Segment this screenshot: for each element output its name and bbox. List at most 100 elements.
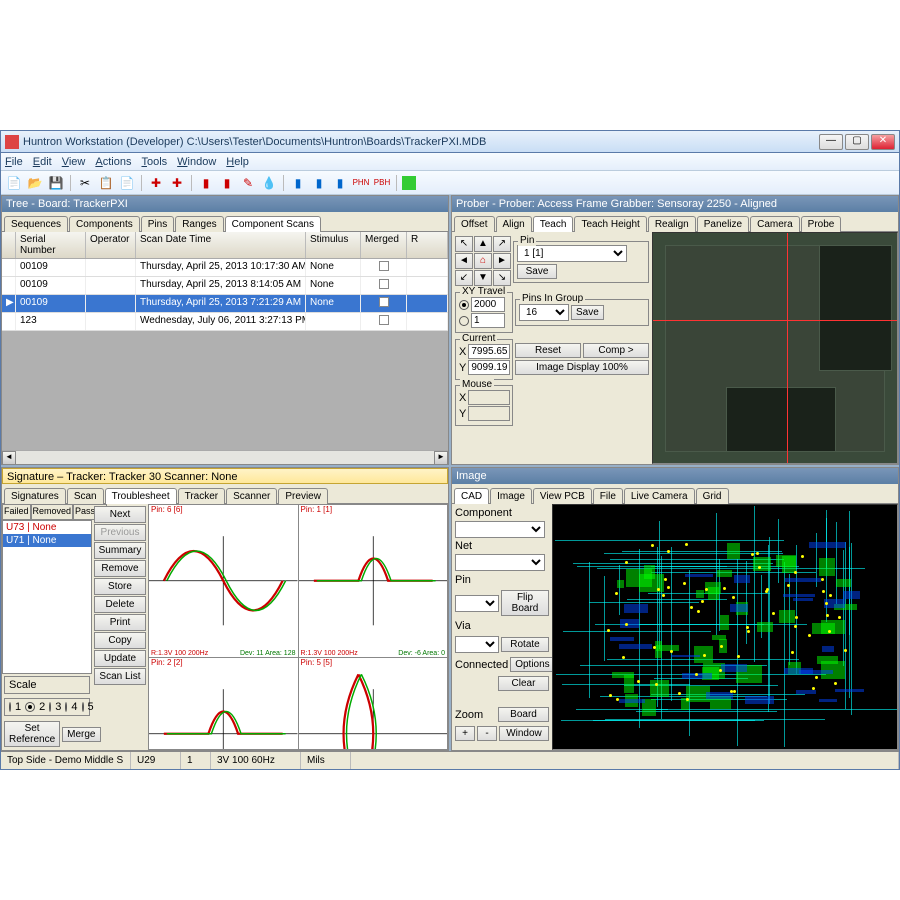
menu-tools[interactable]: Tools (141, 156, 167, 168)
scroll-right[interactable]: ► (434, 451, 448, 465)
col-r[interactable]: R (407, 232, 448, 258)
tab-teach-height[interactable]: Teach Height (574, 216, 646, 232)
maximize-button[interactable]: ▢ (845, 134, 869, 150)
tb-plus2[interactable]: ✚ (168, 174, 186, 192)
tb-cut[interactable]: ✂ (76, 174, 94, 192)
clear-button[interactable]: Clear (498, 676, 549, 691)
via-select[interactable] (455, 636, 499, 653)
tb-r1[interactable]: ▮ (197, 174, 215, 192)
tb-plus[interactable]: ✚ (147, 174, 165, 192)
xy-radio-b[interactable] (459, 316, 469, 326)
tb-new[interactable]: 📄 (5, 174, 23, 192)
tab-offset[interactable]: Offset (454, 216, 495, 232)
current-y[interactable] (468, 360, 510, 375)
close-button[interactable]: ✕ (871, 134, 895, 150)
component-select[interactable] (455, 521, 545, 538)
tb-b1[interactable]: ▮ (289, 174, 307, 192)
flip-board-button[interactable]: Flip Board (501, 590, 549, 616)
h-scrollbar[interactable]: ◄ ► (2, 450, 448, 464)
previous-button[interactable]: Previous (94, 524, 146, 541)
arrow-w[interactable]: ◄ (455, 253, 473, 269)
tb-drop[interactable]: 💧 (260, 174, 278, 192)
menu-edit[interactable]: Edit (33, 156, 52, 168)
tab-image[interactable]: Image (490, 488, 532, 504)
next-button[interactable]: Next (94, 506, 146, 523)
tb-save[interactable]: 💾 (47, 174, 65, 192)
tab-removed[interactable]: Removed (31, 504, 74, 520)
list-item[interactable]: U71 | None (3, 534, 91, 547)
list-item[interactable]: U73 | None (3, 521, 91, 534)
store-button[interactable]: Store (94, 578, 146, 595)
table-row[interactable]: 123Wednesday, July 06, 2011 3:27:13 PM (2, 313, 448, 331)
tab-preview[interactable]: Preview (278, 488, 328, 504)
signature-cell[interactable]: Pin: 6 [6]R:1.3V 100 200HzDev: 11 Area: … (149, 505, 298, 657)
tab-cad[interactable]: CAD (454, 488, 489, 504)
grid-body[interactable]: 00109Thursday, April 25, 2013 10:17:30 A… (2, 259, 448, 450)
current-x[interactable] (468, 344, 510, 359)
comp-button[interactable]: Comp > (583, 343, 649, 358)
tab-teach[interactable]: Teach (533, 216, 574, 232)
tab-components[interactable]: Components (69, 216, 140, 232)
zoom-in-button[interactable]: + (455, 726, 475, 741)
pin-select2[interactable] (455, 595, 499, 612)
remove-button[interactable]: Remove (94, 560, 146, 577)
col-scandate[interactable]: Scan Date Time (136, 232, 306, 258)
pin-select[interactable]: 1 [1] (517, 245, 627, 262)
options-button[interactable]: Options (510, 657, 554, 672)
rotate-button[interactable]: Rotate (501, 637, 549, 652)
tab-component-scans[interactable]: Component Scans (225, 216, 321, 232)
scale-4[interactable] (65, 702, 67, 712)
tab-sequences[interactable]: Sequences (4, 216, 68, 232)
table-row[interactable]: 00109Thursday, April 25, 2013 10:17:30 A… (2, 259, 448, 277)
tab-align[interactable]: Align (496, 216, 532, 232)
tb-paste[interactable]: 📄 (118, 174, 136, 192)
menu-help[interactable]: Help (226, 156, 249, 168)
scan-list-button[interactable]: Scan List (94, 668, 146, 685)
col-merged[interactable]: Merged (361, 232, 407, 258)
set-reference-button[interactable]: Set Reference (4, 721, 60, 747)
tb-pbh[interactable]: PBH (373, 174, 391, 192)
menu-file[interactable]: File (5, 156, 23, 168)
tb-b3[interactable]: ▮ (331, 174, 349, 192)
menu-view[interactable]: View (62, 156, 86, 168)
arrow-e[interactable]: ► (493, 253, 511, 269)
xytravel-a[interactable] (471, 297, 505, 312)
tab-scan[interactable]: Scan (67, 488, 104, 504)
col-stimulus[interactable]: Stimulus (306, 232, 361, 258)
tab-grid[interactable]: Grid (696, 488, 729, 504)
xy-radio-a[interactable] (459, 300, 469, 310)
reset-button[interactable]: Reset (515, 343, 581, 358)
arrow-sw[interactable]: ↙ (455, 270, 473, 286)
scroll-left[interactable]: ◄ (2, 451, 16, 465)
tab-probe[interactable]: Probe (801, 216, 842, 232)
col-serial[interactable]: Serial Number (16, 232, 86, 258)
tab-signatures[interactable]: Signatures (4, 488, 66, 504)
signature-cell[interactable]: Pin: 5 [5]R:1.3V 100 200HzDev: -6 Area: … (299, 658, 448, 751)
table-row[interactable]: ▶00109Thursday, April 25, 2013 7:21:29 A… (2, 295, 448, 313)
update-button[interactable]: Update (94, 650, 146, 667)
tab-livecamera[interactable]: Live Camera (624, 488, 695, 504)
tab-pins[interactable]: Pins (141, 216, 174, 232)
scale-5[interactable] (82, 702, 84, 712)
board-button[interactable]: Board (498, 707, 549, 722)
failed-list[interactable]: U73 | None U71 | None (2, 520, 92, 674)
window-button[interactable]: Window (499, 726, 549, 741)
zoom-out-button[interactable]: - (477, 726, 497, 741)
delete-button[interactable]: Delete (94, 596, 146, 613)
tab-tracker[interactable]: Tracker (178, 488, 226, 504)
minimize-button[interactable]: — (819, 134, 843, 150)
signature-cell[interactable]: Pin: 1 [1]R:1.3V 100 200HzDev: -6 Area: … (299, 505, 448, 657)
save-pin-button[interactable]: Save (517, 264, 557, 279)
scale-3[interactable] (49, 702, 51, 712)
menu-actions[interactable]: Actions (95, 156, 131, 168)
arrow-ne[interactable]: ↗ (493, 236, 511, 252)
tb-green[interactable] (402, 176, 416, 190)
net-select[interactable] (455, 554, 545, 571)
arrow-se[interactable]: ↘ (493, 270, 511, 286)
tab-troublesheet[interactable]: Troublesheet (105, 488, 177, 504)
col-operator[interactable]: Operator (86, 232, 136, 258)
tb-pen[interactable]: ✎ (239, 174, 257, 192)
tb-copy[interactable]: 📋 (97, 174, 115, 192)
arrow-n[interactable]: ▲ (474, 236, 492, 252)
menu-window[interactable]: Window (177, 156, 216, 168)
